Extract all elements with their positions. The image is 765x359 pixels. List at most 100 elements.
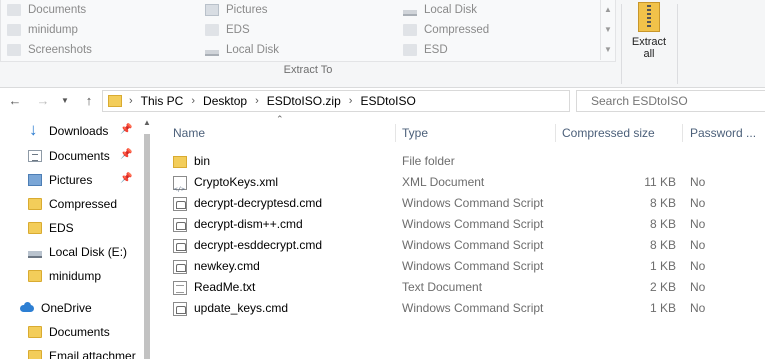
file-name: decrypt-decryptesd.cmd bbox=[173, 193, 322, 214]
nav-item-label: Documents bbox=[49, 149, 110, 163]
pin-icon: 📌 bbox=[120, 124, 133, 135]
cmd-file-icon bbox=[173, 259, 187, 274]
file-row[interactable]: decrypt-esddecrypt.cmd Windows Command S… bbox=[156, 235, 765, 256]
destination-label: Compressed bbox=[424, 24, 490, 36]
breadcrumb-chevron-icon[interactable]: › bbox=[255, 95, 259, 107]
breadcrumb-this-pc[interactable]: This PC bbox=[141, 94, 184, 108]
column-header-password[interactable]: Password ... bbox=[683, 124, 765, 142]
file-type: Windows Command Script bbox=[402, 238, 544, 252]
cmd-file-icon bbox=[173, 217, 187, 232]
navigation-bar: ← → ▼ ↑ › This PC › Desktop › ESDtoISO.z… bbox=[0, 88, 765, 114]
folder-icon bbox=[28, 270, 42, 282]
destination-local-disk[interactable]: Local Disk bbox=[205, 40, 279, 60]
destinations-column: Pictures EDS Local Disk bbox=[205, 0, 279, 60]
file-row[interactable]: bin File folder bbox=[156, 151, 765, 172]
file-row[interactable]: update_keys.cmd Windows Command Script 1… bbox=[156, 298, 765, 319]
file-name: decrypt-dism++.cmd bbox=[173, 214, 303, 235]
file-name: bin bbox=[173, 151, 210, 172]
back-arrow-icon[interactable]: ← bbox=[6, 92, 24, 110]
breadcrumb-desktop[interactable]: Desktop bbox=[203, 94, 247, 108]
breadcrumb-chevron-icon[interactable]: › bbox=[191, 95, 195, 107]
file-size bbox=[563, 151, 676, 172]
extract-all-button[interactable]: Extract all bbox=[626, 0, 672, 64]
destination-esd[interactable]: ESD bbox=[403, 40, 489, 60]
destinations-column: Documents minidump Screenshots bbox=[7, 0, 92, 60]
file-row[interactable]: ReadMe.txt Text Document 2 KB No bbox=[156, 277, 765, 298]
extract-to-group: Documents minidump Screenshots Pictures … bbox=[0, 0, 616, 88]
file-type: Windows Command Script bbox=[402, 259, 544, 273]
destination-label: Pictures bbox=[226, 4, 268, 16]
nav-item-label: Local Disk (E:) bbox=[49, 245, 128, 259]
file-password: No bbox=[690, 217, 706, 231]
file-row[interactable]: newkey.cmd Windows Command Script 1 KB N… bbox=[156, 256, 765, 277]
extract-to-group-label: Extract To bbox=[283, 64, 333, 76]
drive-icon bbox=[205, 49, 219, 56]
column-header-type[interactable]: Type bbox=[395, 124, 556, 142]
drive-icon bbox=[28, 250, 42, 258]
file-name: CryptoKeys.xml bbox=[173, 172, 279, 200]
search-input[interactable] bbox=[576, 90, 765, 112]
destination-compressed[interactable]: Compressed bbox=[403, 20, 489, 40]
destination-documents[interactable]: Documents bbox=[7, 0, 92, 20]
breadcrumb-chevron-icon[interactable]: › bbox=[349, 95, 353, 107]
file-row[interactable]: decrypt-decryptesd.cmd Windows Command S… bbox=[156, 193, 765, 214]
nav-item-label: minidump bbox=[49, 269, 102, 283]
destination-screenshots[interactable]: Screenshots bbox=[7, 40, 92, 60]
destination-label: Documents bbox=[28, 4, 87, 16]
nav-item-label: Compressed bbox=[49, 197, 118, 211]
pin-icon: 📌 bbox=[120, 173, 133, 184]
navigation-pane-scrollbar[interactable]: ▲ bbox=[140, 114, 154, 359]
column-header-name[interactable]: Name bbox=[166, 124, 396, 142]
file-size: 8 KB bbox=[649, 217, 676, 231]
file-name-label: CryptoKeys.xml bbox=[194, 175, 279, 189]
scroll-up-icon[interactable]: ▲ bbox=[601, 0, 615, 20]
file-size: 1 KB bbox=[649, 259, 676, 273]
destination-label: Local Disk bbox=[226, 44, 280, 56]
nav-item-email-attachments[interactable]: Email attachmer bbox=[28, 345, 136, 359]
scroll-up-icon[interactable]: ▲ bbox=[140, 114, 154, 130]
destination-pictures[interactable]: Pictures bbox=[205, 0, 279, 20]
destinations-scrollbar[interactable]: ▲ ▼ ▼ bbox=[600, 0, 615, 60]
file-name: ReadMe.txt bbox=[173, 277, 255, 298]
destinations-column: Local Disk Compressed ESD bbox=[403, 0, 489, 60]
file-size: 11 KB bbox=[644, 175, 676, 189]
extract-destinations: Documents minidump Screenshots Pictures … bbox=[0, 0, 616, 62]
column-header-compressed-size[interactable]: Compressed size bbox=[555, 124, 683, 142]
onedrive-icon bbox=[20, 302, 34, 314]
scroll-down-icon[interactable]: ▼ bbox=[601, 20, 615, 40]
folder-icon bbox=[28, 198, 42, 210]
file-size: 8 KB bbox=[649, 196, 676, 210]
destination-eds[interactable]: EDS bbox=[205, 20, 279, 40]
file-name: decrypt-esddecrypt.cmd bbox=[173, 235, 322, 256]
breadcrumb-esdtoiso[interactable]: ESDtoISO bbox=[360, 94, 415, 108]
breadcrumb-zip[interactable]: ESDtoISO.zip bbox=[267, 94, 341, 108]
drive-icon bbox=[403, 9, 417, 16]
file-size: 2 KB bbox=[649, 280, 676, 294]
forward-arrow-icon[interactable]: → bbox=[34, 92, 52, 110]
navigation-pane: Downloads 📌 Documents 📌 Pictures 📌 Compress… bbox=[0, 114, 154, 359]
destination-local-disk[interactable]: Local Disk bbox=[403, 0, 489, 20]
file-row[interactable]: CryptoKeys.xml XML Document 11 KB No bbox=[156, 172, 765, 200]
recent-locations-chevron-icon[interactable]: ▼ bbox=[60, 92, 70, 110]
file-list: ⌃ Name Type Compressed size Password ...… bbox=[156, 114, 765, 359]
file-type: File folder bbox=[402, 154, 455, 168]
file-name-label: decrypt-decryptesd.cmd bbox=[194, 196, 323, 210]
file-name-label: update_keys.cmd bbox=[194, 301, 289, 315]
nav-item-label: EDS bbox=[49, 221, 74, 235]
folder-icon bbox=[173, 156, 187, 168]
up-arrow-icon[interactable]: ↑ bbox=[80, 92, 98, 110]
column-headers: ⌃ Name Type Compressed size Password ... bbox=[156, 114, 765, 150]
file-type: Text Document bbox=[402, 280, 483, 294]
destination-minidump[interactable]: minidump bbox=[7, 20, 92, 40]
file-password: No bbox=[690, 196, 706, 210]
scrollbar-thumb[interactable] bbox=[144, 134, 150, 359]
nav-item-onedrive[interactable]: OneDrive bbox=[20, 297, 160, 319]
file-row[interactable]: decrypt-dism++.cmd Windows Command Scrip… bbox=[156, 214, 765, 235]
expand-gallery-icon[interactable]: ▼ bbox=[601, 40, 615, 60]
breadcrumb-chevron-icon[interactable]: › bbox=[129, 95, 133, 107]
address-bar[interactable]: › This PC › Desktop › ESDtoISO.zip › ESD… bbox=[102, 90, 668, 112]
file-name-label: ReadMe.txt bbox=[194, 280, 256, 294]
nav-item-label: Email attachmer bbox=[49, 349, 136, 359]
pictures-icon bbox=[28, 174, 42, 186]
text-file-icon bbox=[173, 280, 187, 295]
